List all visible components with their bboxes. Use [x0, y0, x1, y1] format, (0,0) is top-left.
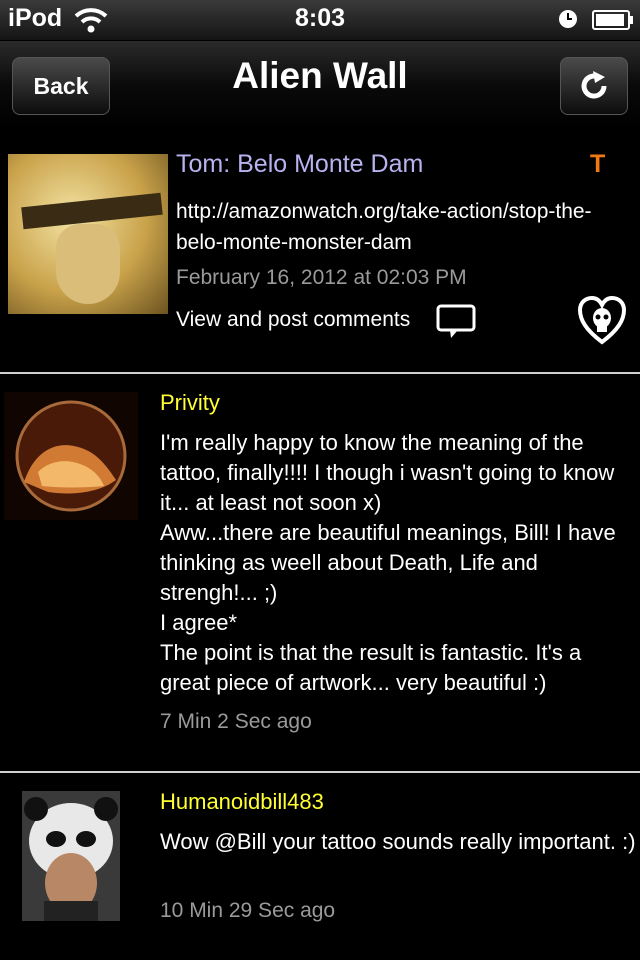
- navigation-bar: Back Alien Wall: [0, 41, 640, 129]
- alarm-clock-icon: [559, 10, 577, 28]
- heart-skull-icon[interactable]: [578, 296, 626, 346]
- comment-text: I'm really happy to know the meaning of …: [160, 430, 616, 695]
- commenter-avatar[interactable]: [4, 392, 138, 520]
- comment-item: Humanoidbill483 Wow @Bill your tattoo so…: [0, 773, 640, 960]
- post-link[interactable]: http://amazonwatch.org/take-action/stop-…: [176, 196, 616, 258]
- post-tag-badge: T: [590, 150, 606, 178]
- post-avatar[interactable]: [8, 154, 168, 314]
- status-bar: iPod 8:03: [0, 0, 640, 41]
- comment-author[interactable]: Privity: [160, 390, 220, 416]
- post-title[interactable]: Tom: Belo Monte Dam: [176, 150, 423, 179]
- status-time: 8:03: [294, 4, 346, 32]
- comment-timestamp: 10 Min 29 Sec ago: [160, 899, 336, 922]
- post-header: Tom: Belo Monte Dam T http://amazonwatch…: [0, 130, 640, 372]
- battery-icon: [592, 10, 633, 30]
- page-title: Alien Wall: [232, 55, 408, 96]
- post-date: February 16, 2012 at 02:03 PM: [176, 266, 467, 289]
- commenter-avatar[interactable]: [22, 791, 120, 921]
- comment-text: Wow @Bill your tattoo sounds really impo…: [160, 829, 636, 854]
- refresh-icon: [581, 71, 607, 99]
- back-button[interactable]: Back: [12, 57, 110, 115]
- view-comments-link[interactable]: View and post comments: [176, 308, 410, 332]
- comment-timestamp: 7 Min 2 Sec ago: [160, 710, 312, 733]
- comment-author[interactable]: Humanoidbill483: [160, 789, 324, 815]
- comment-item: Privity I'm really happy to know the mea…: [0, 374, 640, 770]
- speech-bubble-icon[interactable]: [436, 304, 476, 340]
- refresh-button[interactable]: [560, 57, 628, 115]
- avatar-face: [56, 224, 120, 304]
